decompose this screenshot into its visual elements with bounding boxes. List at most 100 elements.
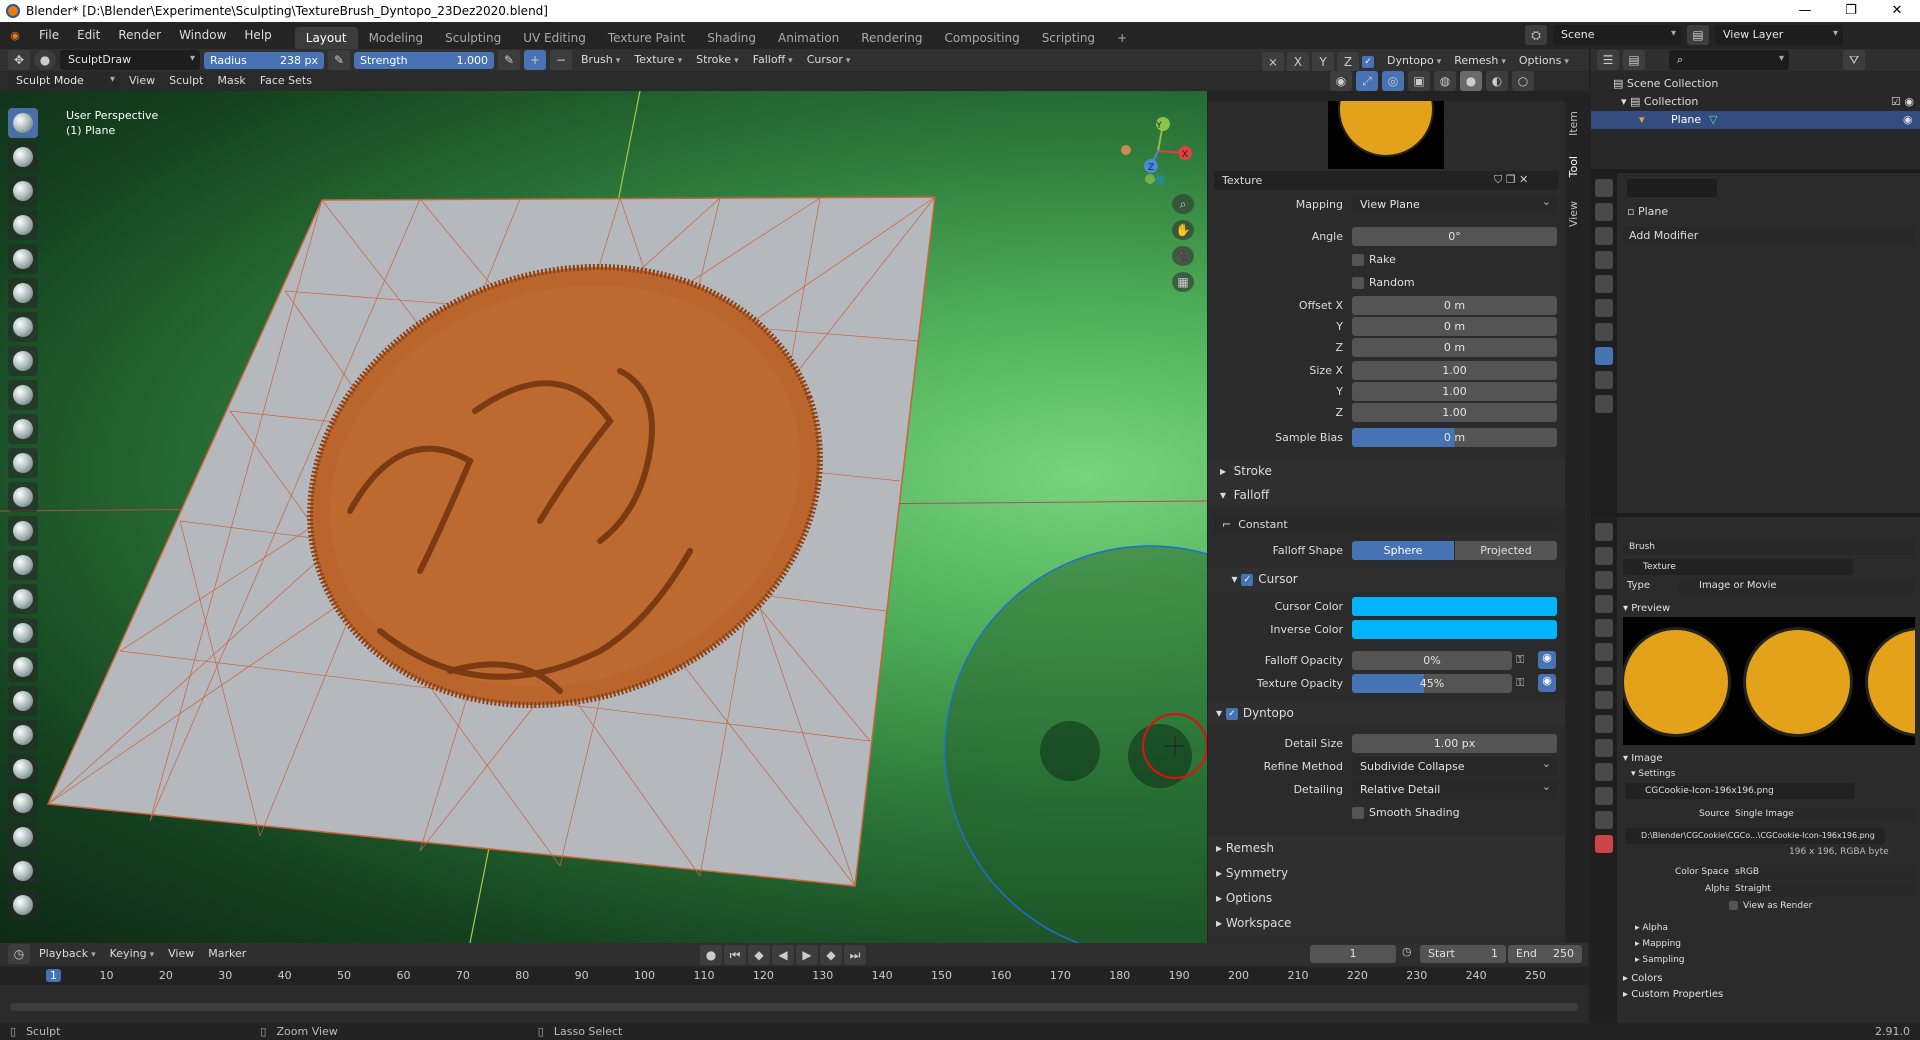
cursor-section[interactable]: ▾ ✓ Cursor — [1208, 567, 1565, 591]
brush-name-field[interactable]: SculptDraw — [60, 50, 200, 70]
dyntopo-checkbox[interactable]: ✓ — [1362, 55, 1374, 68]
pressure-radius-icon[interactable]: ✎ — [328, 50, 350, 70]
source-dropdown[interactable]: Single Image — [1729, 807, 1915, 822]
tab-shading[interactable]: Shading — [696, 27, 767, 49]
type-dropdown[interactable]: Image or Movie — [1679, 578, 1915, 594]
menu-help[interactable]: Help — [235, 22, 280, 49]
timeline-view-menu[interactable]: View — [163, 944, 199, 964]
physics-tab-icon[interactable] — [1595, 739, 1613, 757]
output-props-icon[interactable] — [1595, 227, 1613, 245]
tab-rendering[interactable]: Rendering — [850, 27, 933, 49]
image-section[interactable]: ▾ Image — [1623, 753, 1663, 764]
smooth-shading-checkbox[interactable] — [1352, 806, 1364, 819]
tab-sculpting[interactable]: Sculpting — [434, 27, 512, 49]
timeline-editor-icon[interactable]: ◷ — [8, 944, 30, 964]
mapping-dropdown[interactable]: View Plane — [1352, 192, 1557, 214]
view-layer-icon[interactable]: ▤ — [1687, 25, 1709, 45]
3d-viewport[interactable]: Y X Z User Perspective (1) Plane ⌕ ✋ 🎥 ▦ — [0, 91, 1207, 943]
offset-y-field[interactable]: 0 m — [1352, 316, 1557, 336]
colors-section[interactable]: ▸ Colors — [1623, 973, 1663, 984]
minimize-button[interactable]: — — [1782, 0, 1828, 22]
collection-visibility-icon[interactable]: ☑ ◉ — [1891, 95, 1914, 108]
particle-tab-icon[interactable] — [1595, 715, 1613, 733]
mapping-subsection[interactable]: ▸ Mapping — [1635, 939, 1681, 949]
menu-window[interactable]: Window — [170, 22, 235, 49]
jump-end-icon[interactable]: ⏭ — [844, 945, 866, 965]
fill-tool[interactable] — [8, 482, 38, 512]
thumb-tool[interactable] — [8, 720, 38, 750]
material-tab-icon[interactable] — [1595, 811, 1613, 829]
axis-x-toggle[interactable]: X — [1287, 51, 1309, 72]
sampling-subsection[interactable]: ▸ Sampling — [1635, 955, 1685, 965]
clay-strips-tool[interactable] — [8, 210, 38, 240]
view-layer-selector[interactable]: View Layer — [1715, 25, 1843, 45]
view-as-render-checkbox[interactable] — [1729, 901, 1738, 910]
elastic-deform-tool[interactable] — [8, 652, 38, 682]
direction-add-icon[interactable]: + — [524, 50, 546, 70]
frame-ruler[interactable]: 1 10 20 30 40 50 60 70 80 90 100 110 120 130 140 150 160… — [0, 967, 1588, 985]
cursor-menu[interactable]: Cursor — [802, 50, 856, 71]
tab-modeling[interactable]: Modeling — [358, 27, 435, 49]
dyntopo-section[interactable]: ▾ ✓ Dyntopo — [1208, 701, 1565, 725]
direction-subtract-icon[interactable]: − — [550, 50, 572, 70]
end-frame-field[interactable]: End 250 — [1508, 945, 1582, 963]
tab-uv-editing[interactable]: UV Editing — [512, 27, 597, 49]
image-name-field[interactable]: CGCookie-Icon-196x196.png — [1625, 783, 1855, 799]
lock-opacity-icon[interactable]: ⚿ — [1516, 653, 1524, 667]
menu-edit[interactable]: Edit — [68, 22, 109, 49]
flatten-tool[interactable] — [8, 448, 38, 478]
texture-name-field[interactable]: Texture — [1623, 559, 1853, 575]
timeline-scrollbar[interactable] — [10, 1003, 1578, 1011]
tab-scripting[interactable]: Scripting — [1031, 27, 1106, 49]
eye-texture-icon[interactable]: ◉ — [1538, 674, 1556, 692]
brush-menu[interactable]: Brush — [576, 50, 625, 71]
next-keyframe-icon[interactable]: ◆ — [820, 945, 842, 965]
add-workspace-icon[interactable]: + — [1106, 27, 1138, 49]
draw-brush-tool[interactable] — [8, 108, 38, 138]
brush-selector[interactable]: Brush — [1623, 539, 1915, 555]
stroke-menu[interactable]: Stroke — [691, 50, 744, 71]
camera-view-icon[interactable]: 🎥 — [1172, 246, 1194, 266]
rake-checkbox[interactable] — [1352, 253, 1364, 266]
view-as-render-row[interactable]: View as Render — [1729, 901, 1812, 911]
scrape-tool[interactable] — [8, 516, 38, 546]
tab-item[interactable]: Item — [1567, 111, 1587, 136]
draw-sharp-tool[interactable] — [8, 142, 38, 172]
grab-tool[interactable] — [8, 618, 38, 648]
display-mode-icon[interactable]: ▤ — [1623, 50, 1645, 70]
render-props-icon[interactable] — [1595, 203, 1613, 221]
axis-z-toggle[interactable]: Z — [1337, 51, 1359, 72]
current-frame-field[interactable]: 1 — [1310, 945, 1396, 963]
play-reverse-icon[interactable]: ◀ — [772, 945, 794, 965]
radius-slider[interactable]: Radius 238 px — [204, 51, 324, 69]
stroke-section[interactable]: ▸ Stroke — [1208, 459, 1565, 483]
data-tab-icon[interactable] — [1595, 787, 1613, 805]
blender-menu-icon[interactable]: ◉ — [0, 29, 30, 42]
start-frame-field[interactable]: Start 1 — [1420, 945, 1506, 963]
texture-datablock-icons[interactable]: ⛉ ❐ ✕ — [1494, 173, 1528, 187]
modifier-props-icon[interactable] — [1595, 347, 1613, 365]
multiplane-scrape-tool[interactable] — [8, 550, 38, 580]
scene-icon[interactable]: ⛭ — [1525, 25, 1547, 45]
view-layer-props-icon[interactable] — [1595, 251, 1613, 269]
snake-hook-tool[interactable] — [8, 686, 38, 716]
collection-row[interactable]: ▾ ▤ Collection — [1621, 95, 1698, 108]
nudge-tool[interactable] — [8, 788, 38, 818]
sculpt-menu[interactable]: Sculpt — [164, 71, 208, 91]
rendered-shading-icon[interactable]: ○ — [1512, 71, 1534, 91]
add-modifier-dropdown[interactable]: Add Modifier — [1623, 227, 1915, 245]
mask-menu[interactable]: Mask — [212, 71, 250, 91]
pan-hand-icon[interactable]: ✋ — [1172, 220, 1194, 240]
smooth-tool[interactable] — [8, 414, 38, 444]
settings-section[interactable]: ▾ Settings — [1631, 769, 1675, 779]
detail-size-field[interactable]: 1.00 px — [1352, 733, 1557, 753]
custom-properties-section[interactable]: ▸ Custom Properties — [1623, 989, 1723, 1000]
falloff-curve-preset[interactable]: ⌐ Constant — [1214, 515, 1559, 534]
visibility-icon[interactable]: ◉ — [1330, 71, 1352, 91]
symmetry-icon[interactable]: ⨯ — [1262, 51, 1284, 72]
clay-tool[interactable] — [8, 176, 38, 206]
tab-texture-paint[interactable]: Texture Paint — [597, 27, 696, 49]
clock-icon[interactable]: ◷ — [1402, 945, 1412, 958]
falloff-section[interactable]: ▾ Falloff — [1208, 483, 1565, 507]
world-props-icon[interactable] — [1595, 299, 1613, 317]
